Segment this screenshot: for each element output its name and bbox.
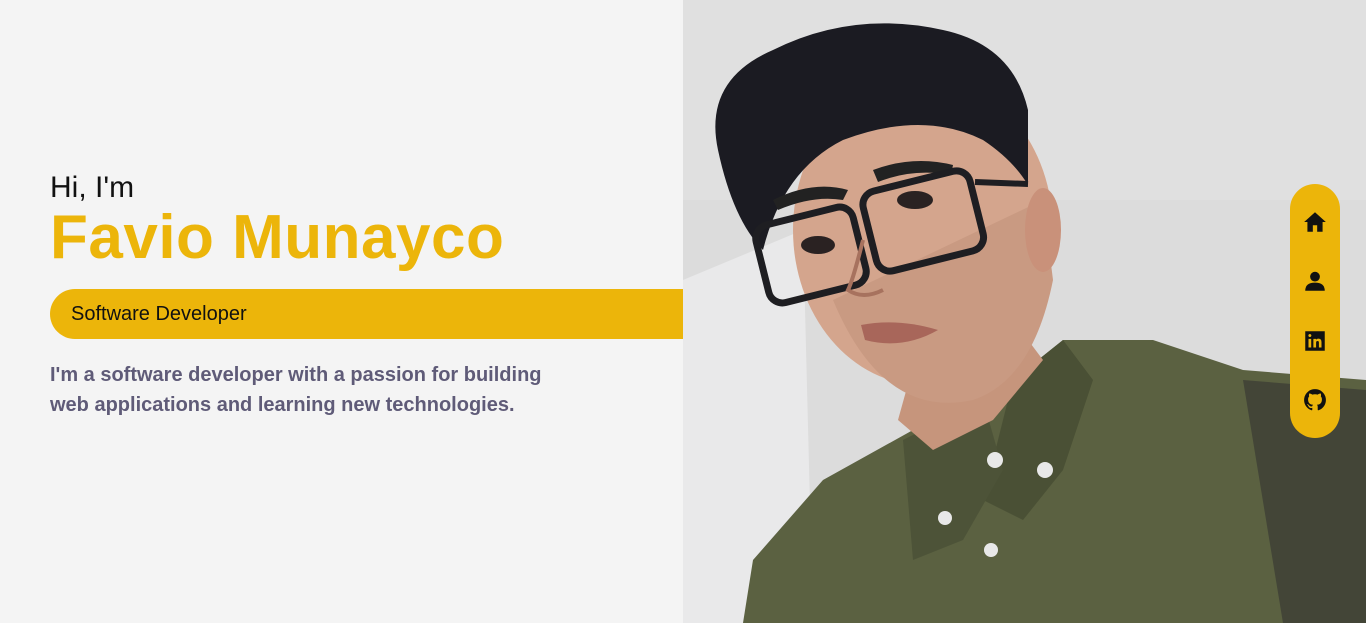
nav-github-button[interactable]: [1297, 382, 1333, 418]
portrait-image: [683, 0, 1366, 623]
user-icon: [1305, 272, 1325, 291]
home-icon: [1304, 212, 1326, 232]
nav-linkedin-button[interactable]: [1297, 323, 1333, 359]
role-text: Software Developer: [71, 302, 247, 325]
profile-photo: [683, 0, 1366, 623]
github-icon: [1304, 389, 1326, 411]
role-banner: Software Developer: [50, 289, 683, 339]
linkedin-icon: [1305, 331, 1325, 351]
hero-name: Favio Munayco: [50, 203, 505, 272]
social-nav: [1290, 184, 1340, 438]
hero-section: Hi, I'm Favio Munayco Software Developer…: [0, 0, 683, 623]
nav-about-button[interactable]: [1297, 263, 1333, 299]
bio-text: I'm a software developer with a passion …: [50, 364, 542, 416]
nav-home-button[interactable]: [1297, 204, 1333, 240]
